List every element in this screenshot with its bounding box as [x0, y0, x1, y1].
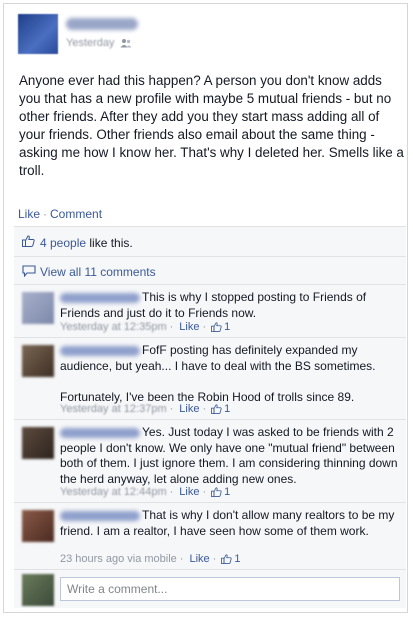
comment-meta: Yesterday at 12:44pm · Like · 1 — [60, 486, 231, 498]
commenter-name-redacted[interactable] — [60, 427, 140, 438]
comment-item: Yes. Just today I was asked to be friend… — [14, 420, 406, 503]
comment-body: FofF posting has definitely expanded my … — [60, 343, 400, 405]
commenter-avatar[interactable] — [22, 510, 54, 542]
comment-time[interactable]: Yesterday at 12:35pm — [60, 321, 167, 333]
comment-like-count[interactable]: 1 — [224, 321, 230, 333]
comment-link[interactable]: Comment — [50, 207, 102, 221]
author-avatar[interactable] — [18, 14, 58, 54]
like-link[interactable]: Like — [18, 207, 40, 221]
likes-count-link[interactable]: 4 people — [40, 236, 86, 250]
thumbs-up-icon — [211, 487, 222, 497]
thumbs-up-icon — [211, 322, 222, 332]
comment-like-link[interactable]: Like — [189, 553, 209, 565]
post-meta: Yesterday — [66, 37, 132, 49]
comment-time[interactable]: 23 hours ago via mobile — [60, 553, 177, 565]
comment-time[interactable]: Yesterday at 12:37pm — [60, 403, 167, 415]
likes-suffix: like this. — [86, 236, 133, 250]
comment-bubble-icon — [22, 265, 36, 277]
commenter-name-redacted[interactable] — [60, 510, 140, 521]
thumbs-up-icon — [211, 404, 222, 414]
view-all-comments-link[interactable]: View all 11 comments — [40, 265, 156, 279]
post-actions: Like · Comment — [18, 207, 102, 221]
likes-text: 4 people like this. — [40, 236, 133, 250]
comment-meta: 23 hours ago via mobile · Like · 1 — [60, 553, 241, 565]
view-all-comments-row[interactable]: View all 11 comments — [14, 257, 406, 285]
comment-composer — [14, 570, 406, 608]
comment-body: Yes. Just today I was asked to be friend… — [60, 425, 400, 487]
comment-input[interactable] — [60, 577, 400, 601]
feed-story: Yesterday Anyone ever had this happen? A… — [3, 3, 408, 613]
thumbs-up-icon — [22, 235, 35, 247]
comment-time[interactable]: Yesterday at 12:44pm — [60, 486, 167, 498]
likes-summary: 4 people like this. — [14, 227, 406, 257]
thumbs-up-icon — [221, 554, 232, 564]
comment-meta: Yesterday at 12:37pm · Like · 1 — [60, 403, 231, 415]
comment-like-link[interactable]: Like — [179, 403, 199, 415]
commenter-avatar[interactable] — [22, 427, 54, 459]
comment-like-link[interactable]: Like — [179, 321, 199, 333]
action-separator: · — [43, 207, 48, 221]
commenter-name-redacted[interactable] — [60, 292, 140, 303]
comment-item: FofF posting has definitely expanded my … — [14, 338, 406, 420]
comment-item: That is why I don't allow many realtors … — [14, 503, 406, 570]
comment-body: That is why I don't allow many realtors … — [60, 508, 400, 539]
comment-like-link[interactable]: Like — [179, 486, 199, 498]
ufi-feedback: 4 people like this. View all 11 comments… — [14, 226, 406, 608]
comment-body: This is why I stopped posting to Friends… — [60, 290, 400, 321]
viewer-avatar — [22, 574, 54, 606]
comment-like-count[interactable]: 1 — [224, 403, 230, 415]
comment-item: This is why I stopped posting to Friends… — [14, 285, 406, 338]
comment-like-count[interactable]: 1 — [224, 486, 230, 498]
commenter-avatar[interactable] — [22, 292, 54, 324]
post-message: Anyone ever had this happen? A person yo… — [19, 73, 404, 178]
author-name-redacted[interactable] — [66, 18, 138, 30]
comment-like-count[interactable]: 1 — [234, 553, 240, 565]
commenter-avatar[interactable] — [22, 345, 54, 377]
comment-text-continued: Fortunately, I've been the Robin Hood of… — [60, 389, 355, 404]
comment-meta: Yesterday at 12:35pm · Like · 1 — [60, 321, 231, 333]
commenter-name-redacted[interactable] — [60, 345, 140, 356]
friends-icon — [120, 39, 132, 48]
post-timestamp[interactable]: Yesterday — [66, 37, 115, 49]
